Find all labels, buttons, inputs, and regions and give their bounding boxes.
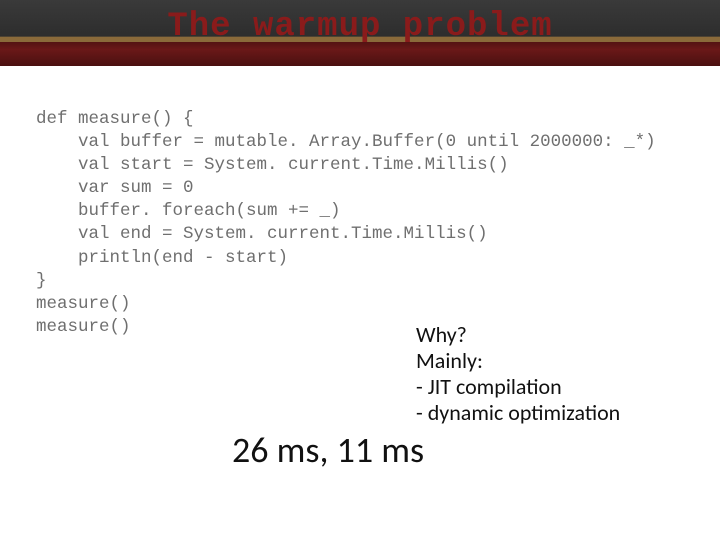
code-line: var sum = 0: [36, 178, 194, 198]
code-line: val buffer = mutable. Array.Buffer(0 unt…: [36, 132, 656, 152]
code-line: measure(): [36, 317, 131, 337]
code-line: val end = System. current.Time.Millis(): [36, 224, 488, 244]
code-line: buffer. foreach(sum += _): [36, 201, 341, 221]
why-bullet: - JIT compilation: [416, 374, 620, 400]
why-question: Why?: [416, 322, 620, 348]
slide-content: def measure() { val buffer = mutable. Ar…: [0, 66, 720, 339]
why-mainly: Mainly:: [416, 348, 620, 374]
code-block: def measure() { val buffer = mutable. Ar…: [36, 108, 684, 339]
code-line: val start = System. current.Time.Millis(…: [36, 155, 509, 175]
code-line: println(end - start): [36, 248, 288, 268]
result-text: 26 ms, 11 ms: [232, 428, 424, 472]
code-line: }: [36, 271, 47, 291]
slide-header: The warmup problem: [0, 0, 720, 66]
why-bullet: - dynamic optimization: [416, 400, 620, 426]
slide-title: The warmup problem: [167, 2, 552, 52]
code-line: def measure() {: [36, 109, 194, 129]
code-line: measure(): [36, 294, 131, 314]
explanation-block: Why? Mainly: - JIT compilation - dynamic…: [416, 322, 620, 426]
